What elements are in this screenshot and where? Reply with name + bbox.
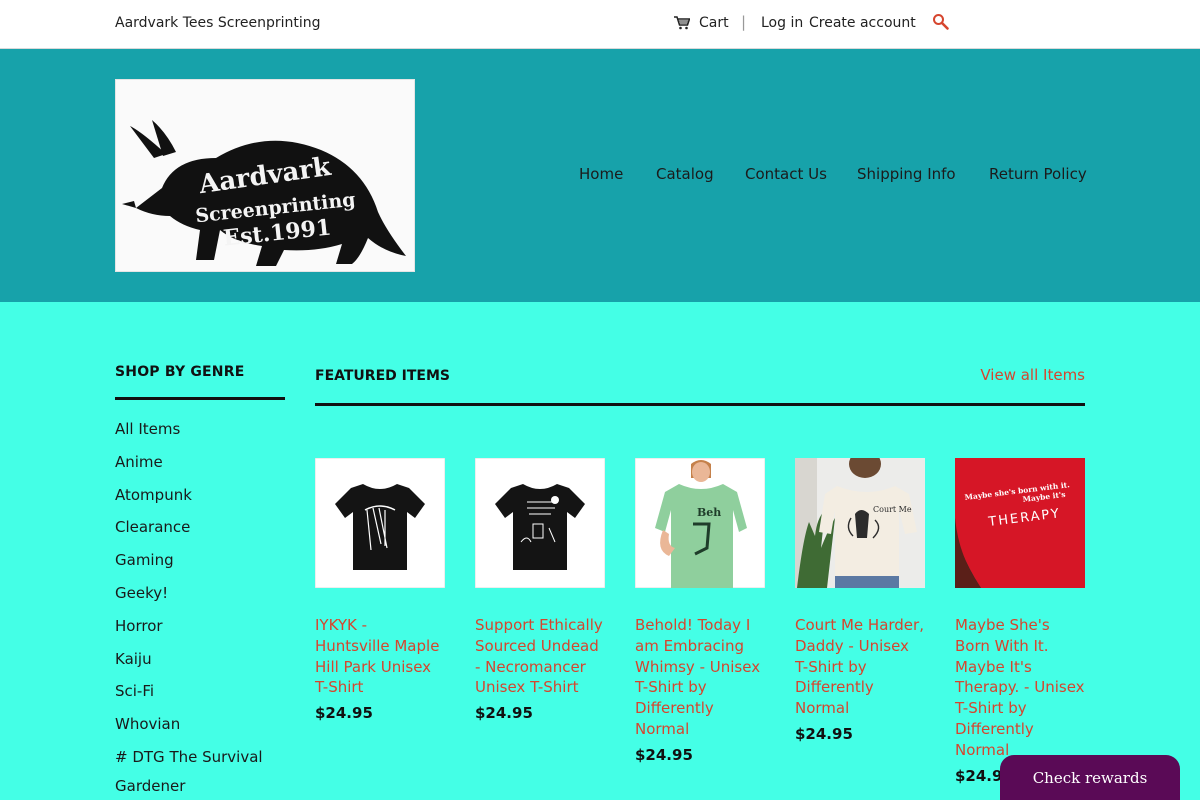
divider: | [741, 13, 747, 31]
product-price: $24.95 [795, 724, 853, 743]
genre-item-gaming[interactable]: Gaming [115, 551, 285, 584]
genre-item-horror[interactable]: Horror [115, 617, 285, 650]
genre-item-atompunk[interactable]: Atompunk [115, 486, 285, 519]
genre-item-survival-gardener[interactable]: # DTG The Survival Gardener [115, 743, 285, 800]
store-name-link[interactable]: Aardvark Tees Screenprinting [115, 15, 321, 31]
sidebar-divider [115, 397, 285, 400]
product-title-link[interactable]: Court Me Harder, Daddy - Unisex T-Shirt … [795, 615, 925, 719]
product-card: Support Ethically Sourced Undead - Necro… [475, 458, 605, 722]
top-bar: Aardvark Tees Screenprinting Cart | Log … [0, 0, 1200, 49]
product-card: IYKYK - Huntsville Maple Hill Park Unise… [315, 458, 445, 722]
genre-list: All Items Anime Atompunk Clearance Gamin… [115, 420, 285, 800]
product-image[interactable]: Court Me [795, 458, 925, 588]
check-rewards-button[interactable]: Check rewards [1000, 755, 1180, 800]
featured-divider [315, 403, 1085, 406]
cart-label: Cart [699, 15, 729, 31]
nav-return-policy[interactable]: Return Policy [989, 165, 1087, 185]
genre-item-anime[interactable]: Anime [115, 453, 285, 486]
nav-catalog[interactable]: Catalog [656, 165, 714, 185]
genre-item-kaiju[interactable]: Kaiju [115, 650, 285, 683]
cart-icon [674, 16, 690, 30]
nav-shipping-info[interactable]: Shipping Info [857, 165, 956, 185]
store-logo[interactable]: Aardvark Screenprinting Est.1991 [115, 79, 415, 272]
product-image[interactable] [475, 458, 605, 588]
search-icon[interactable] [932, 13, 950, 31]
product-image[interactable]: Beh [635, 458, 765, 588]
genre-item-geeky[interactable]: Geeky! [115, 584, 285, 617]
product-title-link[interactable]: Behold! Today I am Embracing Whimsy - Un… [635, 615, 765, 740]
product-image[interactable] [315, 458, 445, 588]
site-header: Aardvark Screenprinting Est.1991 Home Ca… [0, 49, 1200, 302]
nav-contact-us[interactable]: Contact Us [745, 165, 827, 185]
sidebar-title: SHOP BY GENRE [115, 364, 245, 380]
genre-item-sci-fi[interactable]: Sci-Fi [115, 682, 285, 715]
product-card: Court Me Court Me Harder, Daddy - Unisex… [795, 458, 925, 743]
genre-item-all-items[interactable]: All Items [115, 420, 285, 453]
aardvark-logo-image: Aardvark Screenprinting Est.1991 [116, 80, 414, 271]
product-title-link[interactable]: IYKYK - Huntsville Maple Hill Park Unise… [315, 615, 445, 698]
svg-text:Court Me: Court Me [873, 505, 912, 514]
genre-item-clearance[interactable]: Clearance [115, 518, 285, 551]
create-account-link[interactable]: Create account [809, 15, 916, 31]
product-price: $24.95 [635, 745, 693, 764]
product-title-link[interactable]: Maybe She's Born With It. Maybe It's The… [955, 615, 1085, 761]
login-link[interactable]: Log in [761, 15, 803, 31]
product-image[interactable]: Maybe she's born with it. Maybe it's THE… [955, 458, 1085, 588]
product-title-link[interactable]: Support Ethically Sourced Undead - Necro… [475, 615, 605, 698]
product-price: $24.95 [315, 704, 373, 723]
product-card: Beh Behold! Today I am Embracing Whimsy … [635, 458, 765, 764]
svg-text:Beh: Beh [697, 506, 721, 519]
product-card: Maybe she's born with it. Maybe it's THE… [955, 458, 1085, 785]
nav-home[interactable]: Home [579, 165, 623, 185]
product-price: $24.95 [475, 704, 533, 723]
cart-link[interactable]: Cart [674, 15, 729, 31]
featured-title: FEATURED ITEMS [315, 368, 450, 384]
view-all-link[interactable]: View all Items [980, 366, 1085, 384]
